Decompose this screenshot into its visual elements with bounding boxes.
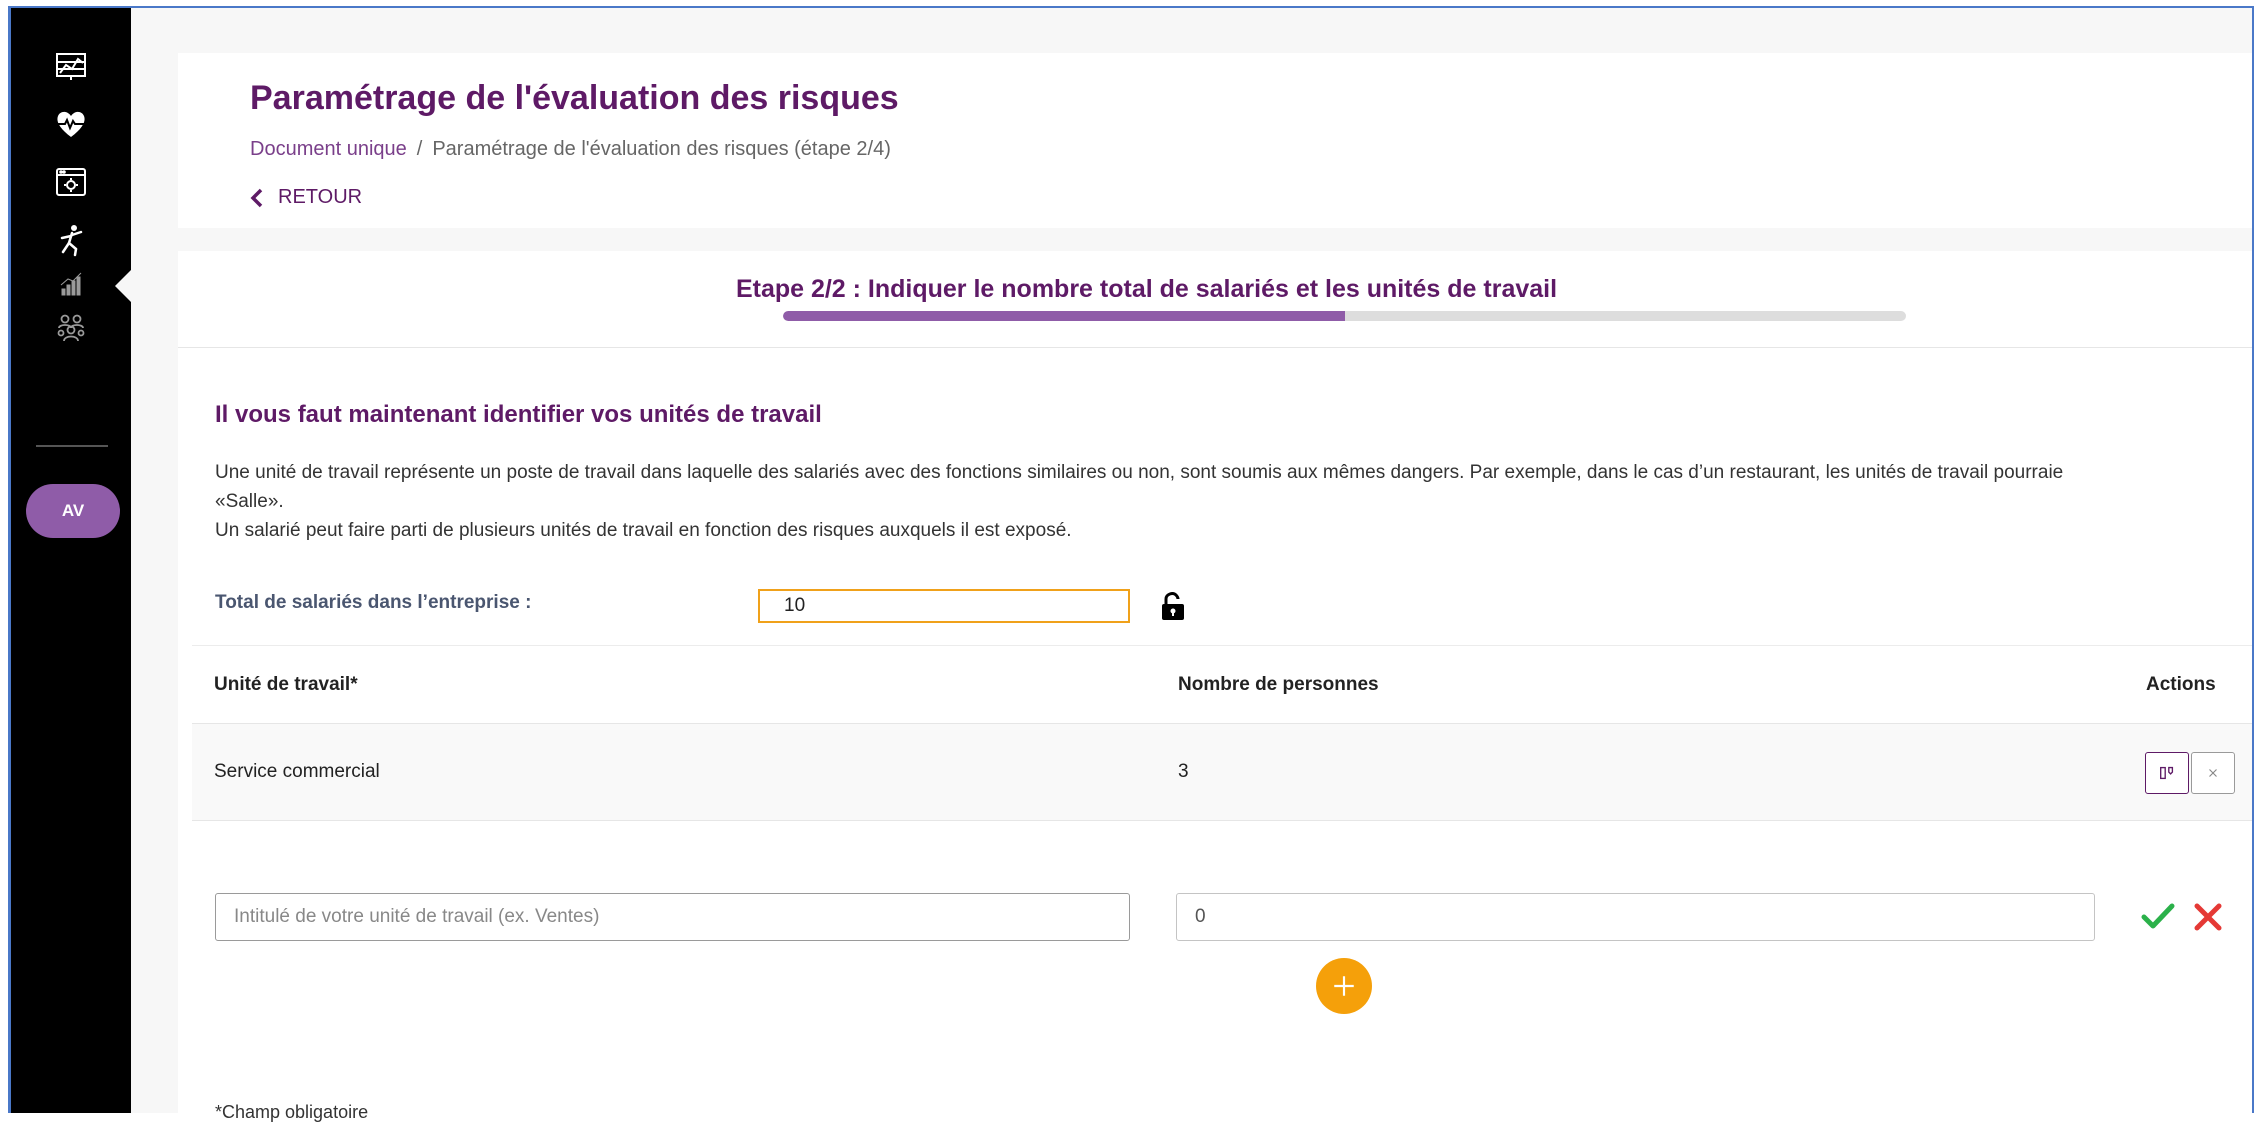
row-unit-name: Service commercial xyxy=(214,761,380,782)
back-label: RETOUR xyxy=(278,186,363,208)
close-icon xyxy=(2209,769,2217,777)
browser-settings-icon[interactable] xyxy=(53,164,89,200)
step-content: Etape 2/2 : Indiquer le nombre total de … xyxy=(178,251,2255,1122)
heart-health-icon[interactable] xyxy=(53,106,89,142)
breadcrumb-link-document-unique[interactable]: Document unique xyxy=(250,138,407,160)
new-unit-name-input[interactable] xyxy=(215,893,1130,941)
step-divider xyxy=(178,347,2252,348)
window-frame-right xyxy=(2252,6,2254,1113)
section-description: Une unité de travail représente un poste… xyxy=(215,458,2255,545)
column-header-unit: Unité de travail* xyxy=(214,674,358,695)
breadcrumb-current: Paramétrage de l'évaluation des risques … xyxy=(432,138,891,160)
figure-hazard-icon[interactable] xyxy=(53,222,89,258)
column-header-count: Nombre de personnes xyxy=(1178,674,1379,695)
chevron-left-icon xyxy=(250,188,263,207)
page-header: Paramétrage de l'évaluation des risques … xyxy=(178,53,2252,228)
team-icon[interactable] xyxy=(53,310,89,346)
description-line: Un salarié peut faire parti de plusieurs… xyxy=(215,520,1072,541)
sidebar-divider xyxy=(36,445,108,447)
sidebar: AV xyxy=(11,8,139,1113)
page-title: Paramétrage de l'évaluation des risques xyxy=(250,79,899,117)
table-header: Unité de travail* Nombre de personnes Ac… xyxy=(192,645,2252,723)
avatar[interactable]: AV xyxy=(26,484,120,538)
back-button[interactable]: RETOUR xyxy=(250,186,362,209)
row-person-count: 3 xyxy=(1178,761,1189,782)
table-row: Service commercial 3 xyxy=(192,723,2252,821)
step-progress-bar xyxy=(783,311,1906,321)
bar-chart-icon[interactable] xyxy=(53,266,89,302)
step-title: Etape 2/2 : Indiquer le nombre total de … xyxy=(735,275,1558,303)
cancel-x-icon[interactable] xyxy=(2193,902,2223,932)
breadcrumb: Document unique / Paramétrage de l'évaluat… xyxy=(250,138,891,161)
main-content: Paramétrage de l'évaluation des risques … xyxy=(131,8,2255,1122)
total-employees-input[interactable] xyxy=(758,589,1130,623)
section-title: Il vous faut maintenant identifier vos u… xyxy=(215,401,822,428)
unlock-icon[interactable] xyxy=(1160,591,1186,621)
new-unit-count-input[interactable] xyxy=(1176,893,2095,941)
description-line: Une unité de travail représente un poste… xyxy=(215,462,2064,483)
checkmark-icon[interactable] xyxy=(2141,902,2175,932)
column-header-actions: Actions xyxy=(2146,674,2216,695)
total-employees-label: Total de salariés dans l’entreprise : xyxy=(215,592,532,613)
edit-icon xyxy=(2160,766,2174,780)
step-progress-fill xyxy=(783,311,1345,321)
dashboard-chart-icon[interactable] xyxy=(53,48,89,84)
description-line: «Salle». xyxy=(215,491,284,512)
breadcrumb-separator: / xyxy=(416,138,423,160)
delete-row-button[interactable] xyxy=(2191,752,2235,794)
edit-row-button[interactable] xyxy=(2145,752,2189,794)
work-units-table: Unité de travail* Nombre de personnes Ac… xyxy=(192,645,2252,821)
add-unit-button[interactable] xyxy=(1316,958,1372,1014)
plus-icon xyxy=(1334,976,1354,996)
